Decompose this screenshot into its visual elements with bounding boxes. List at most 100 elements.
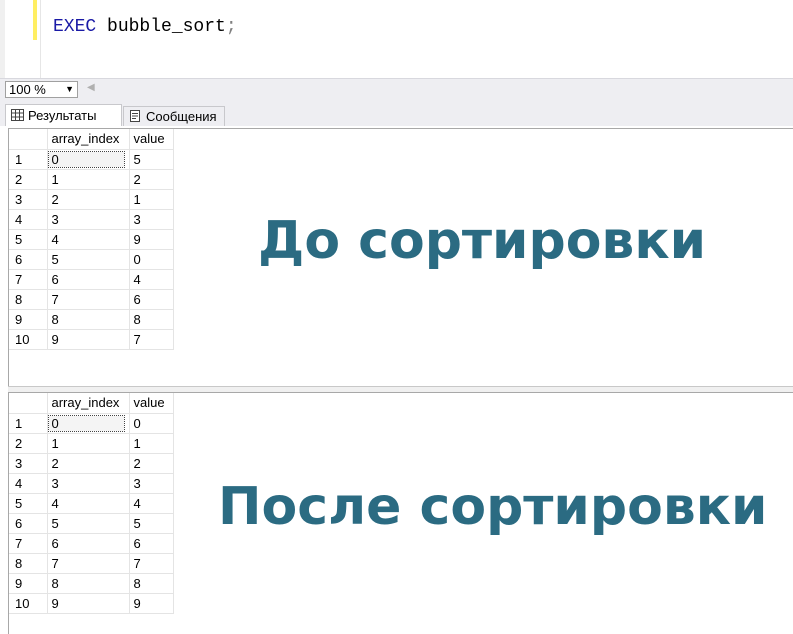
table-row[interactable]: 876 <box>9 289 174 310</box>
row-number[interactable]: 3 <box>9 189 48 210</box>
table-row[interactable]: 433 <box>9 473 174 494</box>
table-row[interactable]: 433 <box>9 209 174 230</box>
table-cell[interactable]: 8 <box>47 309 130 330</box>
table-cell[interactable]: 4 <box>47 493 130 514</box>
table-row[interactable]: 549 <box>9 229 174 250</box>
table-cell[interactable]: 9 <box>47 329 130 350</box>
table-cell[interactable]: 9 <box>47 593 130 614</box>
table-cell[interactable]: 2 <box>47 189 130 210</box>
table-cell[interactable]: 1 <box>47 433 130 454</box>
tab-messages[interactable]: Сообщения <box>123 106 225 126</box>
chevron-down-icon[interactable]: ▼ <box>65 84 74 94</box>
table-cell[interactable]: 9 <box>129 229 174 250</box>
code-line[interactable]: EXEC bubble_sort; <box>53 17 237 37</box>
table-cell[interactable]: 1 <box>47 169 130 190</box>
table-cell[interactable]: 1 <box>129 189 174 210</box>
row-number[interactable]: 6 <box>9 513 48 534</box>
row-number[interactable]: 5 <box>9 493 48 514</box>
selected-cell-value: 0 <box>47 150 125 168</box>
table-cell[interactable]: 3 <box>47 473 130 494</box>
column-header-array-index[interactable]: array_index <box>47 393 130 414</box>
table-cell[interactable]: 8 <box>129 309 174 330</box>
table-cell[interactable]: 3 <box>129 473 174 494</box>
table-cell[interactable]: 4 <box>47 229 130 250</box>
column-header-value[interactable]: value <box>129 129 174 150</box>
table-cell[interactable]: 2 <box>129 453 174 474</box>
row-number[interactable]: 5 <box>9 229 48 250</box>
table-cell[interactable]: 6 <box>47 533 130 554</box>
table-row[interactable]: 988 <box>9 573 174 594</box>
row-number[interactable]: 4 <box>9 473 48 494</box>
table-cell[interactable]: 0 <box>129 249 174 270</box>
table-cell[interactable]: 8 <box>47 573 130 594</box>
row-number[interactable]: 8 <box>9 289 48 310</box>
column-header-array-index[interactable]: array_index <box>47 129 130 150</box>
table-row[interactable]: 321 <box>9 189 174 210</box>
table-row[interactable]: 544 <box>9 493 174 514</box>
table-cell[interactable]: 8 <box>129 573 174 594</box>
table-cell[interactable]: 7 <box>47 289 130 310</box>
row-number[interactable]: 2 <box>9 169 48 190</box>
table-cell[interactable]: 1 <box>129 433 174 454</box>
row-number[interactable]: 8 <box>9 553 48 574</box>
table-cell[interactable]: 0 <box>47 413 130 434</box>
table-row[interactable]: 105 <box>9 149 174 170</box>
table-cell[interactable]: 2 <box>47 453 130 474</box>
table-cell[interactable]: 6 <box>129 289 174 310</box>
table-cell[interactable]: 6 <box>47 269 130 290</box>
table-row[interactable]: 212 <box>9 169 174 190</box>
table-cell[interactable]: 0 <box>47 149 130 170</box>
row-number[interactable]: 6 <box>9 249 48 270</box>
row-number[interactable]: 9 <box>9 309 48 330</box>
row-number[interactable]: 3 <box>9 453 48 474</box>
table-row[interactable]: 766 <box>9 533 174 554</box>
row-number[interactable]: 10 <box>9 329 48 350</box>
table-cell[interactable]: 7 <box>47 553 130 574</box>
table-row[interactable]: 100 <box>9 413 174 434</box>
query-editor[interactable]: EXEC bubble_sort; <box>0 0 793 78</box>
table-cell[interactable]: 5 <box>47 513 130 534</box>
table-cell[interactable]: 7 <box>129 553 174 574</box>
table-cell[interactable]: 6 <box>129 533 174 554</box>
editor-status-bar: 100 % ▼ ◀ <box>0 78 793 101</box>
table-row[interactable]: 988 <box>9 309 174 330</box>
table-row[interactable]: 764 <box>9 269 174 290</box>
table-row[interactable]: 877 <box>9 553 174 574</box>
table-cell[interactable]: 5 <box>129 513 174 534</box>
table-cell[interactable]: 4 <box>129 493 174 514</box>
results-table: array_index value 105 212 321 433 549 65… <box>9 129 174 350</box>
row-number[interactable]: 9 <box>9 573 48 594</box>
tab-results-label: Результаты <box>28 108 97 123</box>
row-number[interactable]: 2 <box>9 433 48 454</box>
row-number-header[interactable] <box>9 129 48 150</box>
results-table: array_index value 100 211 322 433 544 65… <box>9 393 174 614</box>
table-cell[interactable]: 3 <box>129 209 174 230</box>
row-number[interactable]: 1 <box>9 413 48 434</box>
table-row[interactable]: 10 9 9 <box>9 593 174 614</box>
row-number[interactable]: 1 <box>9 149 48 170</box>
caption-before-sort: До сортировки <box>258 211 707 271</box>
table-cell[interactable]: 7 <box>129 329 174 350</box>
code-keyword: EXEC <box>53 17 97 37</box>
table-cell[interactable]: 3 <box>47 209 130 230</box>
table-cell[interactable]: 9 <box>129 593 174 614</box>
table-cell[interactable]: 0 <box>129 413 174 434</box>
row-number-header[interactable] <box>9 393 48 414</box>
table-cell[interactable]: 2 <box>129 169 174 190</box>
row-number[interactable]: 7 <box>9 269 48 290</box>
zoom-select[interactable]: 100 % ▼ <box>5 81 78 98</box>
row-number[interactable]: 4 <box>9 209 48 230</box>
table-cell[interactable]: 5 <box>47 249 130 270</box>
row-number[interactable]: 10 <box>9 593 48 614</box>
table-row[interactable]: 655 <box>9 513 174 534</box>
table-row[interactable]: 211 <box>9 433 174 454</box>
table-row[interactable]: 650 <box>9 249 174 270</box>
table-row[interactable]: 10 9 7 <box>9 329 174 350</box>
tab-results[interactable]: Результаты <box>5 104 122 126</box>
table-cell[interactable]: 4 <box>129 269 174 290</box>
table-row[interactable]: 322 <box>9 453 174 474</box>
scroll-left-icon[interactable]: ◀ <box>87 82 95 93</box>
row-number[interactable]: 7 <box>9 533 48 554</box>
column-header-value[interactable]: value <box>129 393 174 414</box>
table-cell[interactable]: 5 <box>129 149 174 170</box>
